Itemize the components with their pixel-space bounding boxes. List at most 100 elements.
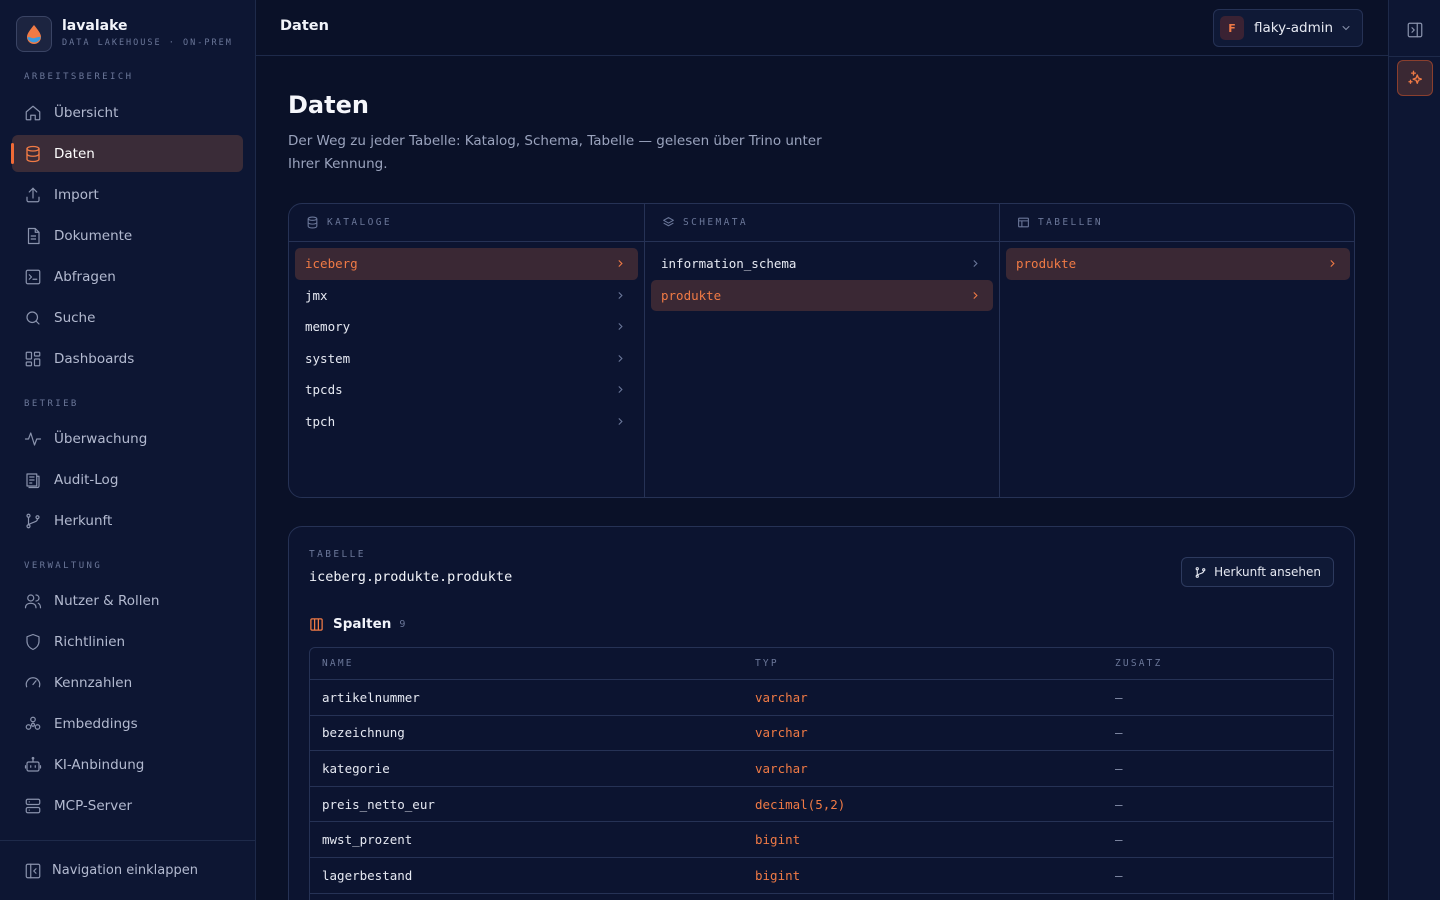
table-row[interactable]: lagerbestand bigint — [310, 856, 1333, 893]
sidebar-item-mcp-server[interactable]: MCP-Server [12, 787, 243, 824]
column-name: preis_netto_eur [322, 796, 435, 812]
sidebar-item-richtlinien[interactable]: Richtlinien [12, 623, 243, 660]
sparkles-icon [1406, 69, 1424, 87]
collapse-navigation-button[interactable]: Navigation einklappen [0, 840, 255, 900]
sidebar-item-embeddings[interactable]: Embeddings [12, 705, 243, 742]
catalogs-header-label: KATALOGE [327, 217, 392, 228]
column-extra: — [1115, 867, 1123, 883]
column-name: kategorie [322, 760, 390, 776]
shield-icon [23, 632, 43, 652]
catalog-item-jmx[interactable]: jmx [295, 280, 638, 312]
sidebar-item-label: MCP-Server [54, 797, 133, 814]
bot-icon [23, 755, 43, 775]
panel-right-icon [1406, 21, 1424, 39]
view-lineage-button[interactable]: Herkunft ansehen [1181, 557, 1334, 587]
sidebar-item-label: Überwachung [54, 430, 148, 447]
column-header-type: TYP [755, 658, 779, 669]
users-icon [23, 591, 43, 611]
catalog-item-iceberg[interactable]: iceberg [295, 248, 638, 280]
topbar: Daten F flaky-admin [256, 0, 1388, 56]
sidebar-item-label: Richtlinien [54, 633, 126, 650]
table-row[interactable]: preis_netto_eur decimal(5,2) — [310, 785, 1333, 822]
tables-header-label: TABELLEN [1038, 217, 1103, 228]
activity-icon [23, 429, 43, 449]
server-icon [23, 796, 43, 816]
catalog-item-label: jmx [305, 287, 328, 303]
sidebar-item-label: Abfragen [54, 268, 116, 285]
brand[interactable]: lavalake DATA LAKEHOUSE · ON-PREM [16, 16, 233, 52]
git-branch-icon [1194, 566, 1207, 579]
sidebar-item-label: KI-Anbindung [54, 756, 145, 773]
chevron-right-icon [615, 290, 626, 301]
schema-item-produkte[interactable]: produkte [651, 279, 993, 311]
sidebar-item-daten[interactable]: Daten [11, 135, 243, 172]
chevron-down-icon [1340, 22, 1352, 34]
catalog-item-memory[interactable]: memory [295, 311, 638, 343]
schema-item-label: information_schema [661, 256, 797, 272]
table-row-partial[interactable] [310, 892, 1333, 900]
catalog-item-label: tpch [305, 413, 336, 429]
sidebar-item-audit-log[interactable]: Audit-Log [12, 461, 243, 498]
sidebar-item-label: Dokumente [54, 227, 133, 244]
sidebar-item-kennzahlen[interactable]: Kennzahlen [12, 664, 243, 701]
sidebar-item-abfragen[interactable]: Abfragen [12, 258, 243, 295]
sidebar-item-label: Dashboards [54, 350, 135, 367]
brand-tagline: DATA LAKEHOUSE · ON-PREM [62, 38, 233, 48]
column-type: varchar [755, 689, 808, 705]
table-row[interactable]: bezeichnung varchar — [310, 714, 1333, 751]
columns-icon [309, 617, 324, 632]
toggle-right-panel-button[interactable] [1399, 14, 1431, 46]
schema-item-information-schema[interactable]: information_schema [651, 248, 993, 280]
table-row[interactable]: mwst_prozent bigint — [310, 821, 1333, 857]
ai-assistant-button[interactable] [1397, 60, 1433, 96]
table-item-label: produkte [1016, 256, 1077, 272]
chevron-right-icon [615, 353, 626, 364]
layers-icon [662, 216, 675, 229]
catalog-item-label: iceberg [305, 256, 358, 272]
database-icon [23, 144, 43, 164]
user-menu-button[interactable]: F flaky-admin [1213, 9, 1363, 47]
sidebar-item-label: Herkunft [54, 512, 113, 529]
sidebar-item-import[interactable]: Import [12, 176, 243, 213]
catalog-item-tpch[interactable]: tpch [295, 406, 638, 438]
catalog-item-label: system [305, 350, 351, 366]
table-full-name: iceberg.produkte.produkte [309, 569, 513, 585]
catalog-browser: KATALOGE iceberg jmx memory system tpcds… [288, 203, 1355, 498]
columns-table: NAME TYP ZUSATZ artikelnummer varchar — … [309, 647, 1334, 900]
audit-log-icon [23, 470, 43, 490]
sidebar: lavalake DATA LAKEHOUSE · ON-PREM ARBEIT… [0, 0, 256, 900]
sidebar-item-ueberwachung[interactable]: Überwachung [12, 420, 243, 457]
schema-item-label: produkte [661, 287, 722, 303]
column-type: bigint [755, 832, 801, 848]
sidebar-item-herkunft[interactable]: Herkunft [12, 502, 243, 539]
sidebar-item-label: Import [54, 186, 99, 203]
nav-section-verwaltung: VERWALTUNG [24, 561, 103, 571]
sidebar-item-label: Daten [54, 145, 95, 162]
catalog-item-tpcds[interactable]: tpcds [295, 374, 638, 406]
table-row[interactable]: artikelnummer varchar — [310, 679, 1333, 715]
catalog-item-system[interactable]: system [295, 343, 638, 375]
table-row[interactable]: kategorie varchar — [310, 750, 1333, 786]
column-header-name: NAME [322, 658, 354, 669]
home-icon [23, 103, 43, 123]
collapse-navigation-label: Navigation einklappen [52, 863, 198, 878]
column-header-extra: ZUSATZ [1115, 658, 1163, 669]
table-detail-card: TABELLE iceberg.produkte.produkte Herkun… [288, 526, 1355, 900]
chevron-right-icon [1327, 258, 1338, 269]
chevron-right-icon [970, 290, 981, 301]
catalog-item-label: tpcds [305, 382, 343, 398]
table-item-produkte[interactable]: produkte [1006, 248, 1350, 280]
sidebar-item-suche[interactable]: Suche [12, 299, 243, 336]
column-type: varchar [755, 725, 808, 741]
sidebar-item-dashboards[interactable]: Dashboards [12, 340, 243, 377]
chevron-right-icon [615, 258, 626, 269]
sidebar-item-dokumente[interactable]: Dokumente [12, 217, 243, 254]
embeddings-icon [23, 714, 43, 734]
column-type: varchar [755, 760, 808, 776]
sidebar-item-nutzer-rollen[interactable]: Nutzer & Rollen [12, 582, 243, 619]
sidebar-item-ki-anbindung[interactable]: KI-Anbindung [12, 746, 243, 783]
sidebar-item-uebersicht[interactable]: Übersicht [12, 94, 243, 131]
catalogs-column-header: KATALOGE [289, 204, 644, 242]
main-content: Daten Der Weg zu jeder Tabelle: Katalog,… [256, 57, 1388, 900]
git-branch-icon [23, 511, 43, 531]
